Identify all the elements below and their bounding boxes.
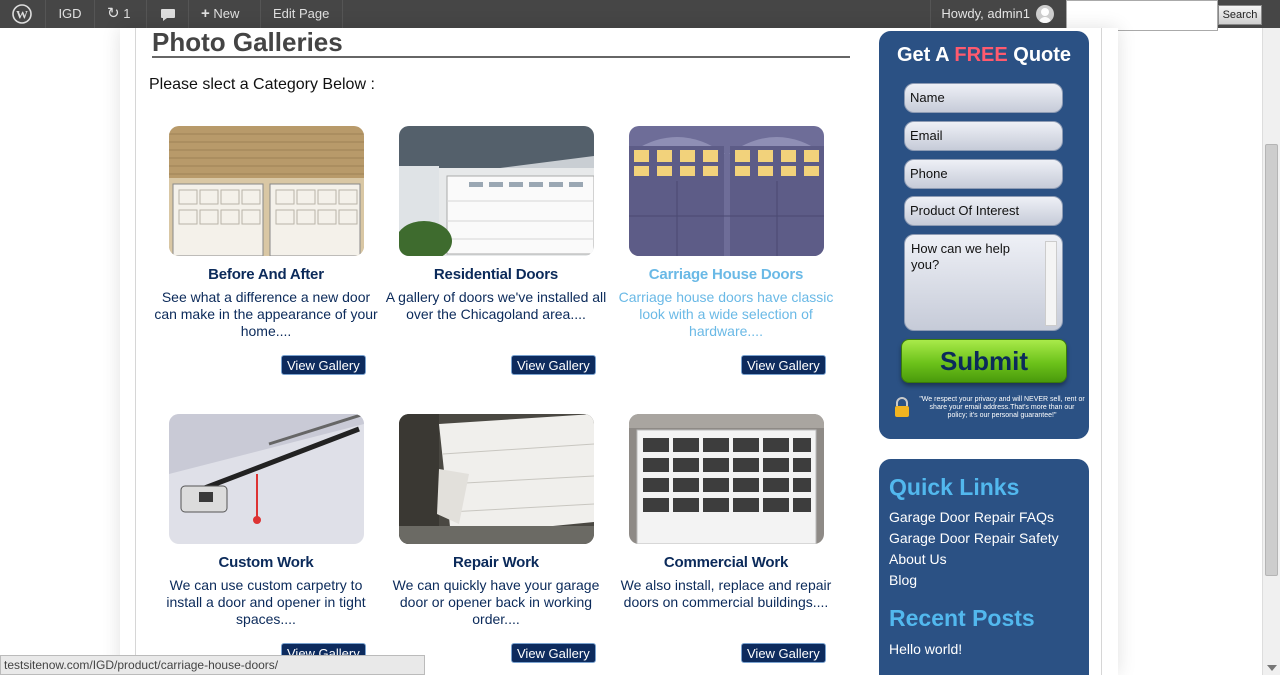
card-title[interactable]: Custom Work bbox=[151, 554, 381, 571]
avatar bbox=[1036, 5, 1054, 23]
view-gallery-button[interactable]: View Gallery bbox=[281, 355, 366, 375]
sidebar-widgets: Quick Links Garage Door Repair FAQs Gara… bbox=[879, 459, 1089, 675]
submit-button[interactable]: Submit bbox=[901, 339, 1067, 383]
quote-title-free: FREE bbox=[954, 44, 1008, 66]
divider bbox=[135, 28, 136, 675]
message-textarea[interactable]: How can we help you? bbox=[904, 234, 1063, 331]
lock-icon bbox=[895, 397, 909, 417]
link-faqs[interactable]: Garage Door Repair FAQs bbox=[889, 509, 1054, 525]
gallery-thumbnail[interactable] bbox=[399, 126, 594, 256]
wordpress-logo-icon[interactable]: W bbox=[0, 0, 46, 28]
view-gallery-button[interactable]: View Gallery bbox=[511, 355, 596, 375]
new-content-link[interactable]: + New bbox=[189, 0, 261, 28]
search-input[interactable] bbox=[1066, 0, 1218, 31]
card-title[interactable]: Commercial Work bbox=[611, 554, 841, 571]
recent-posts-title: Recent Posts bbox=[889, 605, 1035, 631]
link-safety[interactable]: Garage Door Repair Safety bbox=[889, 530, 1059, 546]
gallery-thumbnail[interactable] bbox=[629, 126, 824, 256]
page-title: Photo Galleries bbox=[152, 29, 850, 58]
gallery-thumbnail[interactable] bbox=[169, 414, 364, 544]
divider bbox=[1101, 28, 1102, 675]
status-bar-url: testsitenow.com/IGD/product/carriage-hou… bbox=[0, 655, 425, 675]
gallery-thumbnail[interactable] bbox=[629, 414, 824, 544]
updates-count: 1 bbox=[123, 6, 131, 21]
card-title[interactable]: Before And After bbox=[151, 266, 381, 283]
refresh-icon: ↻ bbox=[107, 5, 120, 22]
view-gallery-button[interactable]: View Gallery bbox=[741, 643, 826, 663]
plus-icon: + bbox=[201, 5, 210, 22]
comments-link[interactable] bbox=[147, 0, 189, 28]
howdy-label: Howdy, admin1 bbox=[941, 6, 1030, 21]
page-scrollbar[interactable] bbox=[1262, 28, 1280, 675]
card-title[interactable]: Residential Doors bbox=[381, 266, 611, 283]
link-about-us[interactable]: About Us bbox=[889, 551, 947, 567]
product-of-interest-field[interactable]: Product Of Interest bbox=[904, 196, 1063, 226]
textarea-scrollbar[interactable] bbox=[1045, 241, 1057, 326]
search-button[interactable]: Search bbox=[1218, 5, 1262, 25]
phone-field[interactable]: Phone bbox=[904, 159, 1063, 189]
comment-bubble-icon bbox=[160, 8, 175, 21]
svg-text:W: W bbox=[16, 8, 28, 22]
updates-link[interactable]: ↻ 1 bbox=[95, 0, 147, 28]
privacy-note: "We respect your privacy and will NEVER … bbox=[919, 396, 1085, 419]
email-field[interactable]: Email bbox=[904, 121, 1063, 151]
card-description: A gallery of doors we've installed all o… bbox=[385, 289, 607, 322]
intro-text: Please slect a Category Below : bbox=[149, 76, 375, 93]
quick-links-title: Quick Links bbox=[889, 474, 1020, 500]
card-title[interactable]: Carriage House Doors bbox=[611, 266, 841, 283]
new-label: New bbox=[213, 6, 240, 21]
view-gallery-button[interactable]: View Gallery bbox=[511, 643, 596, 663]
card-description: We also install, replace and repair door… bbox=[620, 577, 832, 610]
card-description: Carriage house doors have classic look w… bbox=[618, 289, 834, 339]
message-placeholder: How can we help you? bbox=[911, 241, 1010, 272]
quote-form: Get A FREE Quote Name Email Phone Produc… bbox=[879, 31, 1089, 439]
scrollbar-thumb[interactable] bbox=[1265, 144, 1278, 576]
view-gallery-button[interactable]: View Gallery bbox=[741, 355, 826, 375]
card-title[interactable]: Repair Work bbox=[381, 554, 611, 571]
name-field[interactable]: Name bbox=[904, 83, 1063, 113]
site-name-link[interactable]: IGD bbox=[46, 0, 95, 28]
card-description: We can use custom carpetry to install a … bbox=[166, 577, 366, 627]
quote-title-post: Quote bbox=[1007, 44, 1072, 66]
gallery-thumbnail[interactable] bbox=[399, 414, 594, 544]
scroll-down-arrow-icon[interactable] bbox=[1267, 665, 1277, 671]
gallery-thumbnail[interactable] bbox=[169, 126, 364, 256]
my-account-menu[interactable]: Howdy, admin1 bbox=[930, 0, 1064, 28]
card-description: See what a difference a new door can mak… bbox=[154, 289, 378, 339]
quote-title-pre: Get A bbox=[896, 44, 955, 66]
quote-title: Get A FREE Quote bbox=[879, 44, 1089, 67]
link-blog[interactable]: Blog bbox=[889, 572, 917, 588]
card-description: We can quickly have your garage door or … bbox=[392, 577, 600, 627]
recent-post-link[interactable]: Hello world! bbox=[889, 641, 962, 657]
edit-page-link[interactable]: Edit Page bbox=[261, 0, 343, 28]
